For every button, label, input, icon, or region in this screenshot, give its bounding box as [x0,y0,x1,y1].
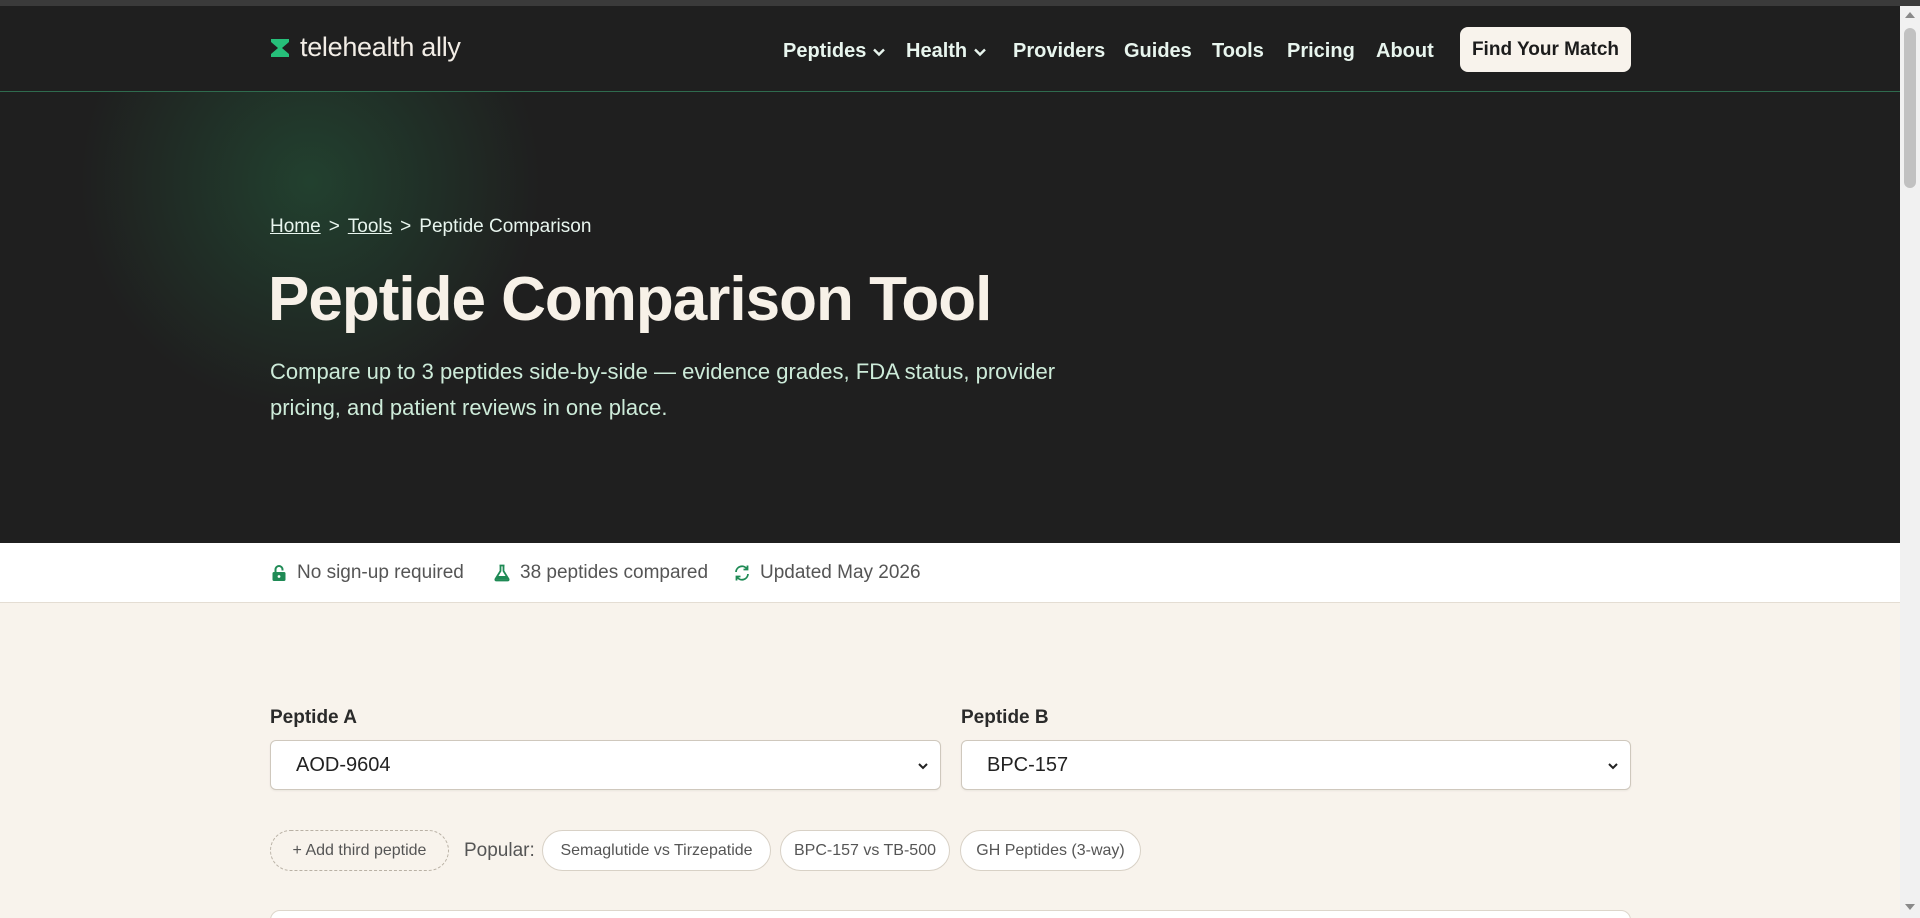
nav-guides-label: Guides [1124,40,1192,62]
chevron-down-icon [873,48,886,56]
page-subtitle: Compare up to 3 peptides side-by-side — … [270,359,1056,420]
trust-peptides-count-text: 38 peptides compared [520,562,709,583]
page-title: Peptide Comparison Tool [268,265,992,334]
refresh-icon [735,565,749,581]
trust-updated: Updated May 2026 [733,562,921,584]
peptide-b-select[interactable]: BPC-157 [961,740,1631,790]
trust-no-signup-text: No sign-up required [297,562,464,583]
comparison-panel [270,910,1631,918]
nav-tools[interactable]: Tools [1212,40,1264,63]
scroll-down-arrow-icon[interactable] [1904,902,1916,912]
peptide-b-label: Peptide B [961,707,1049,728]
trust-bar: No sign-up required 38 peptides compared… [0,543,1900,603]
nav-pricing[interactable]: Pricing [1287,40,1355,63]
popular-chip-bpc157-tb500[interactable]: BPC-157 vs TB-500 [780,830,950,871]
breadcrumb-separator: > [400,216,412,237]
nav-providers-label: Providers [1013,40,1106,62]
peptide-a-value: AOD-9604 [296,753,391,776]
scrollbar[interactable] [1900,6,1920,918]
trust-peptides-count: 38 peptides compared [493,562,708,584]
nav-health[interactable]: Health [906,40,987,63]
flask-icon [494,564,510,582]
breadcrumb: Home > Tools > Peptide Comparison [270,216,591,238]
nav-about[interactable]: About [1376,40,1434,63]
nav-peptides[interactable]: Peptides [783,40,886,63]
peptide-a-select[interactable]: AOD-9604 [270,740,941,790]
site-header: telehealth ally Peptides Health Provider… [0,6,1900,92]
trust-updated-text: Updated May 2026 [760,562,921,583]
scroll-up-arrow-icon[interactable] [1904,10,1916,20]
add-third-peptide-button[interactable]: + Add third peptide [270,830,449,871]
find-your-match-button[interactable]: Find Your Match [1460,27,1631,72]
nav-providers[interactable]: Providers [1013,40,1105,63]
breadcrumb-home-link[interactable]: Home [270,216,321,238]
breadcrumb-current: Peptide Comparison [419,216,592,237]
breadcrumb-separator: > [328,216,340,237]
logo[interactable]: telehealth ally [270,32,461,63]
nav-about-label: About [1376,40,1434,62]
scrollbar-thumb[interactable] [1904,28,1916,188]
popular-chip-semaglutide-tirzepatide[interactable]: Semaglutide vs Tirzepatide [542,830,771,871]
peptide-b-value: BPC-157 [987,753,1069,776]
chevron-down-icon [1608,763,1618,770]
hourglass-logo-icon [271,38,289,57]
nav-pricing-label: Pricing [1287,40,1355,62]
hero: Home > Tools > Peptide Comparison Peptid… [0,92,1900,543]
popular-chip-gh-peptides[interactable]: GH Peptides (3-way) [960,830,1141,871]
peptide-a-label: Peptide A [270,707,357,728]
brand-name: telehealth ally [300,32,461,62]
nav-peptides-label: Peptides [783,40,867,62]
trust-no-signup: No sign-up required [270,562,464,584]
nav-health-label: Health [906,40,968,62]
nav-guides[interactable]: Guides [1124,40,1192,63]
nav-tools-label: Tools [1212,40,1264,62]
lock-icon [272,565,286,581]
chevron-down-icon [974,48,986,56]
chevron-down-icon [918,763,928,770]
breadcrumb-tools-link[interactable]: Tools [348,216,392,238]
popular-label: Popular: [464,840,535,861]
